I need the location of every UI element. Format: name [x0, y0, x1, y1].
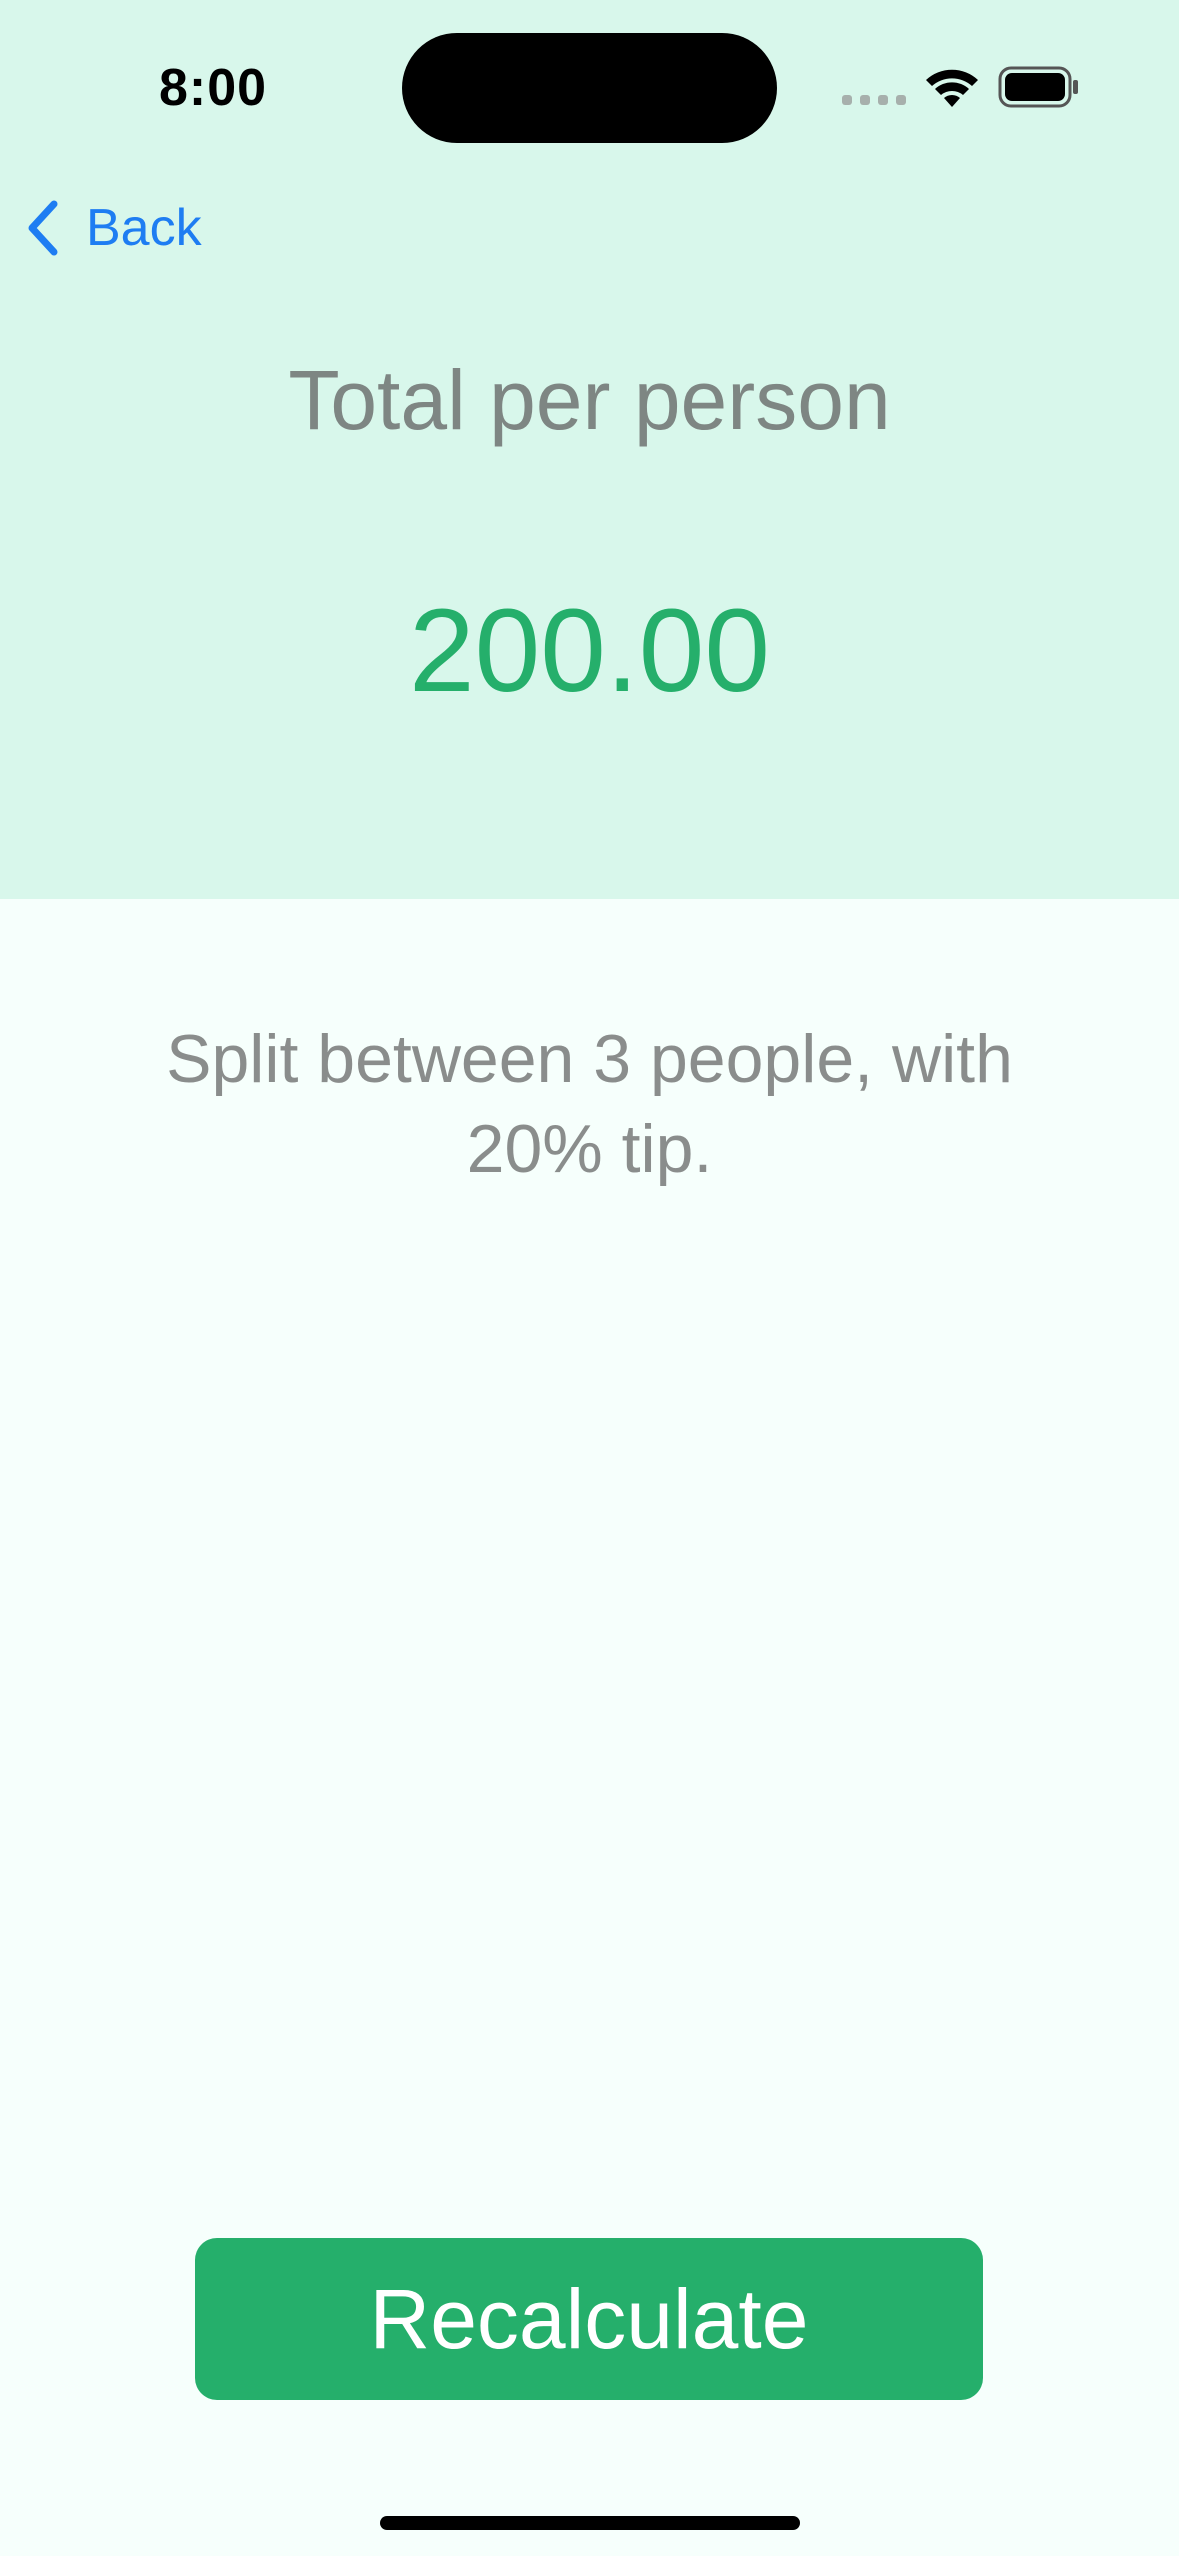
back-label: Back [86, 199, 202, 257]
back-button[interactable]: Back [24, 192, 202, 264]
signal-icon [842, 95, 906, 105]
home-indicator [380, 2516, 800, 2530]
battery-icon [998, 66, 1078, 108]
chevron-left-icon [28, 200, 58, 256]
wifi-icon [926, 69, 978, 107]
total-per-person-amount: 200.00 [409, 585, 770, 717]
total-per-person-label: Total per person [288, 353, 891, 447]
recalculate-button[interactable]: Recalculate [195, 2238, 983, 2400]
status-bar-time: 8:00 [159, 59, 268, 117]
dynamic-island [402, 33, 777, 143]
split-details-text: Split between 3 people, with 20% tip. [166, 1021, 1013, 1187]
